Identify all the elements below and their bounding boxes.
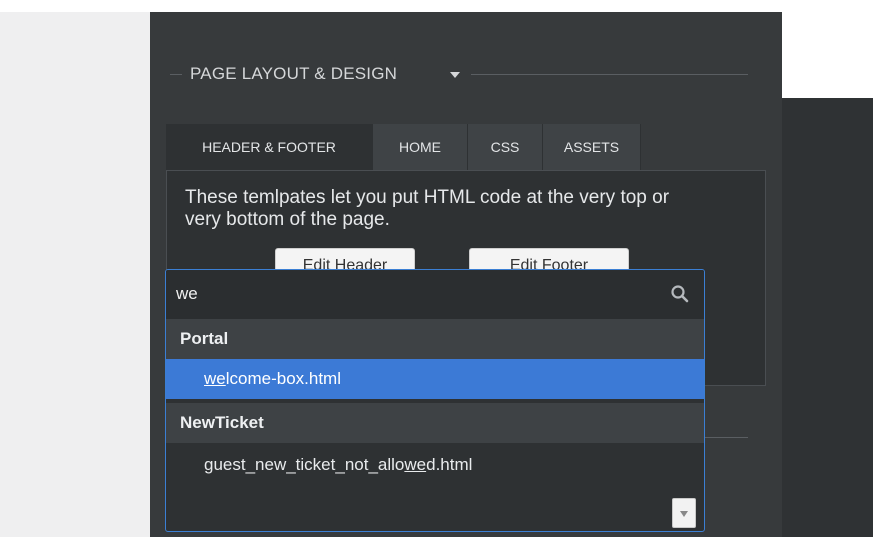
section-title: PAGE LAYOUT & DESIGN <box>190 64 398 83</box>
search-input[interactable] <box>176 280 656 308</box>
group-header-newticket: NewTicket <box>166 403 704 443</box>
search-icon[interactable] <box>670 284 690 304</box>
section-legend[interactable]: PAGE LAYOUT & DESIGN <box>170 62 748 86</box>
legend-line-right <box>471 74 748 75</box>
right-dark-area <box>782 98 873 537</box>
group-header-portal: Portal <box>166 319 704 359</box>
search-row <box>166 270 704 320</box>
option-text-after: lcome-box.html <box>225 369 341 388</box>
option-text-after: d.html <box>426 455 473 474</box>
option-guest-new-ticket[interactable]: guest_new_ticket_not_allowed.html <box>166 445 704 485</box>
option-welcome-box[interactable]: welcome-box.html <box>166 359 704 399</box>
option-match: we <box>404 455 427 474</box>
section-divider <box>704 437 748 438</box>
tab-home[interactable]: HOME <box>373 124 468 170</box>
tab-assets[interactable]: ASSETS <box>543 124 641 170</box>
legend-line-left <box>170 74 182 75</box>
tab-css[interactable]: CSS <box>468 124 543 170</box>
option-text-before: guest_new_ticket_not_allo <box>204 455 405 474</box>
template-picker-dropdown: Portal welcome-box.html NewTicket guest_… <box>165 269 705 532</box>
pane-description: These temlpates let you put HTML code at… <box>185 187 670 230</box>
tab-header-footer[interactable]: HEADER & FOOTER <box>166 124 373 170</box>
caret-down-icon[interactable] <box>450 72 460 78</box>
scroll-down-button[interactable] <box>672 498 696 528</box>
option-match: we <box>204 369 226 388</box>
page-left-strip <box>0 0 150 537</box>
chevron-down-icon <box>680 511 688 517</box>
page-top-strip <box>0 0 873 12</box>
